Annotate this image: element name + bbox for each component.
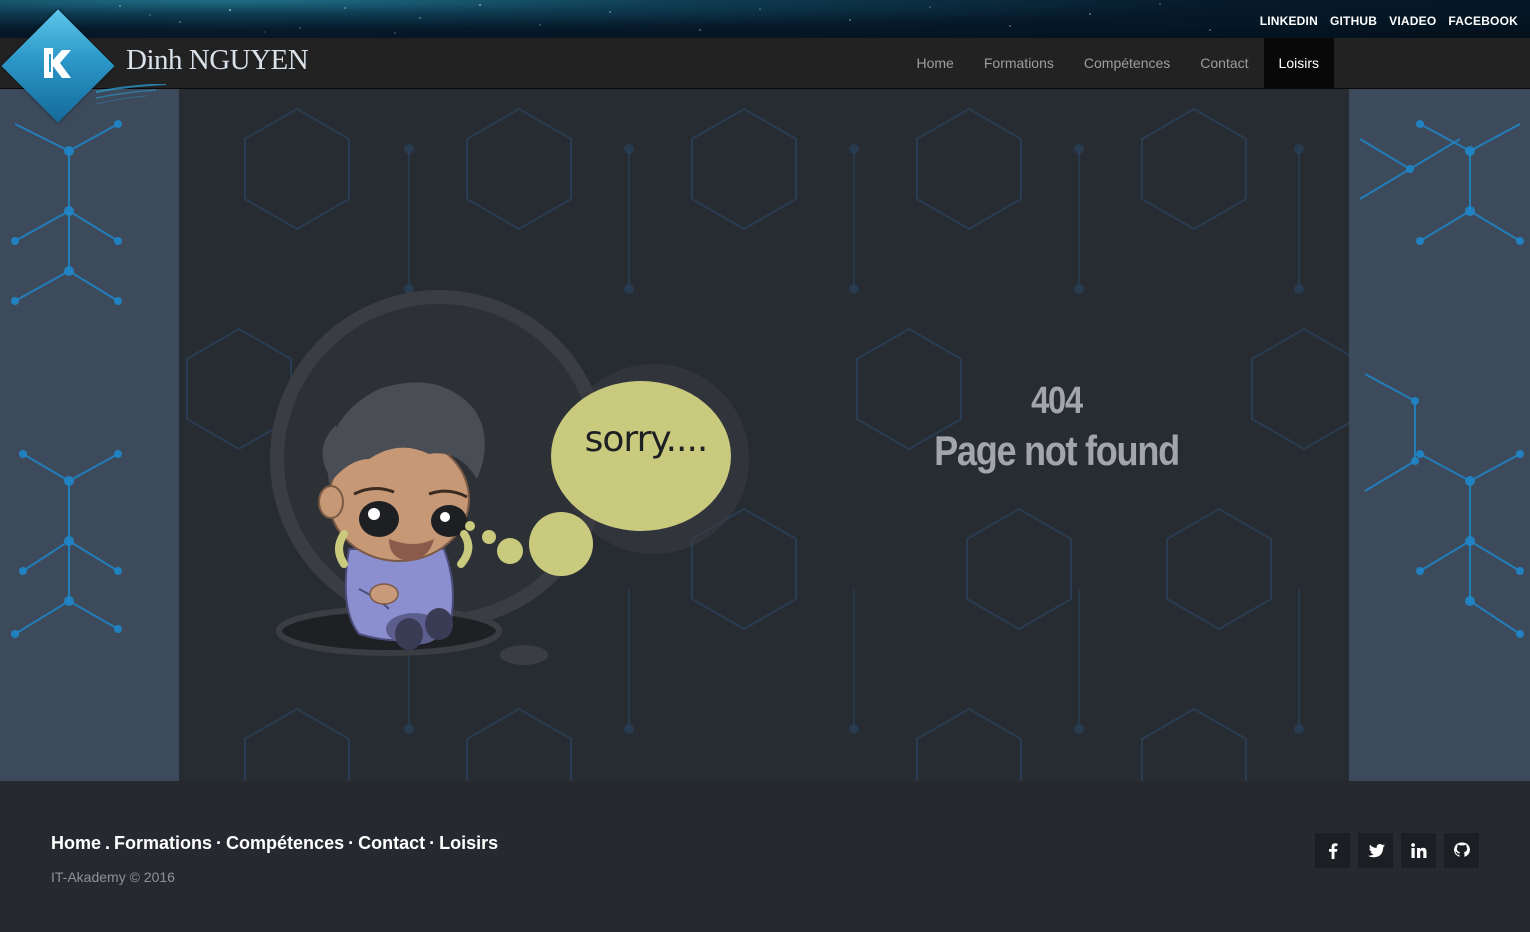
nav-item-competences[interactable]: Compétences: [1069, 38, 1185, 88]
footer-separator: .: [105, 833, 111, 853]
nav-item-home[interactable]: Home: [902, 38, 969, 88]
error-content-panel: sorry.... 404 Page not found: [179, 89, 1349, 781]
footer-separator: ·: [348, 833, 355, 853]
logo-k-icon: [44, 48, 71, 78]
main-nav: Home Formations Compétences Contact Lois…: [902, 38, 1334, 88]
sorry-bubble-text: sorry....: [584, 419, 709, 460]
facebook-link[interactable]: FACEBOOK: [1448, 14, 1518, 28]
github-icon: [1453, 842, 1470, 857]
main-section: sorry.... 404 Page not found: [0, 89, 1530, 781]
footer-link-loisirs[interactable]: Loisirs: [439, 833, 498, 853]
footer-link-competences[interactable]: Compétences: [226, 833, 344, 853]
logo-swoosh-decoration: [96, 84, 167, 105]
footer-separator: ·: [216, 833, 223, 853]
twitter-icon: [1367, 843, 1385, 857]
error-code: 404: [1031, 380, 1083, 422]
crying-boy-illustration: [270, 290, 749, 665]
facebook-icon: [1328, 842, 1337, 859]
twitter-button[interactable]: [1358, 833, 1393, 868]
facebook-button[interactable]: [1315, 833, 1350, 868]
footer-nav: Home. Formations · Compétences · Contact · Lois…: [51, 833, 498, 854]
footer-social-icons: [1315, 833, 1479, 868]
nav-item-loisirs[interactable]: Loisirs: [1263, 38, 1334, 88]
sorry-illustration: sorry....: [249, 289, 759, 674]
top-social-links: LINKEDIN GITHUB VIADEO FACEBOOK: [1260, 14, 1518, 28]
footer-link-contact[interactable]: Contact: [358, 833, 425, 853]
error-text: Page not found: [934, 427, 1180, 474]
linkedin-link[interactable]: LINKEDIN: [1260, 14, 1318, 28]
linkedin-icon: [1410, 842, 1426, 858]
footer-link-home[interactable]: Home: [51, 833, 101, 853]
top-social-bar: LINKEDIN GITHUB VIADEO FACEBOOK: [0, 0, 1530, 38]
nav-item-contact[interactable]: Contact: [1185, 38, 1263, 88]
copyright-text: IT-Akademy © 2016: [51, 869, 175, 885]
nav-item-formations[interactable]: Formations: [969, 38, 1069, 88]
linkedin-button[interactable]: [1401, 833, 1436, 868]
footer: Home. Formations · Compétences · Contact · Lois…: [0, 781, 1530, 932]
footer-link-formations[interactable]: Formations: [114, 833, 212, 853]
brand-name[interactable]: Dinh NGUYEN: [126, 44, 309, 77]
viadeo-link[interactable]: VIADEO: [1389, 14, 1436, 28]
navbar: Dinh NGUYEN Home Formations Compétences …: [0, 38, 1530, 89]
github-link[interactable]: GITHUB: [1330, 14, 1377, 28]
footer-separator: ·: [429, 833, 436, 853]
error-message: 404 Page not found: [921, 379, 1192, 479]
github-button[interactable]: [1444, 833, 1479, 868]
